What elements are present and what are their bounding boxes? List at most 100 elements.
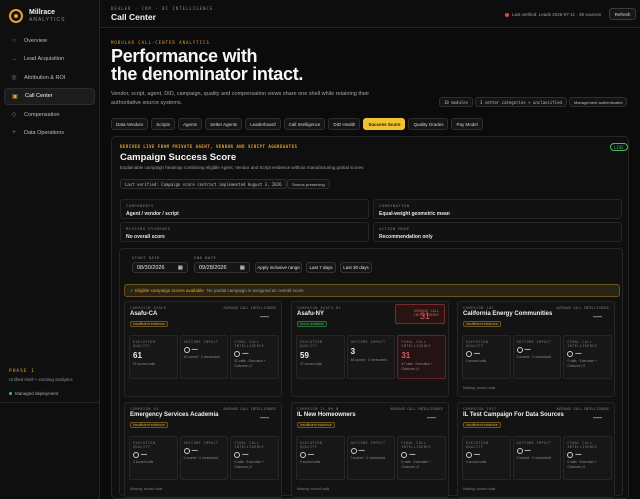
metric-box: EXECUTION QUALITY — 0 scored calls [296,436,345,480]
metrics-row: EXECUTION QUALITY 59 47 scored calls OUTCOM… [296,335,447,379]
metric-subtext: 0 calls · Execution + Outcome | 0 [234,460,264,469]
ci-value: — [593,311,602,321]
missing-evidence-key: MISSING EVIDENCE [126,226,171,231]
metric-subtext: 47 calls · Execution + Outcome | 0 [401,362,433,371]
campaign-card[interactable]: CAMPAIGN ASAFU-NY Asafu-NY AVERAGE CALL IN… [291,301,449,397]
metric-subtext: 47 scored calls [300,362,322,366]
end-date-input[interactable]: 09/28/2026 ▦ [194,262,250,273]
card-footnote: Missing: scored calls [463,386,496,390]
phone-icon: ▣ [12,93,18,100]
panel-description: Explainable campaign heatmap combining e… [120,165,364,170]
metric-value: 3 [351,347,392,356]
metric-label: EXECUTION QUALITY [133,441,156,449]
campaign-card[interactable]: CAMPAIGN 1917 IL Test Campaign For Data S… [457,402,615,498]
page-title: Call Center [111,12,156,22]
campaign-label: CAMPAIGN IL_NH_N [297,407,339,411]
tab-did-health[interactable]: DID Health [328,118,361,130]
evidence-badge: Insufficient evidence [297,422,335,428]
metric-box: OUTCOME IMPACT — 0 scored · 0 unresolved [512,436,562,480]
tab-call-intelligence[interactable]: Call Intelligence [283,118,326,130]
metric-value: — [567,351,608,357]
brand-name: Millrace [29,9,56,16]
sidebar-item-call-center[interactable]: ▣ Call Center [4,87,95,105]
campaign-card[interactable]: CAMPAIGN IL_NH_N IL New Homeowners AVERAGE… [291,402,449,498]
modules-chip: 10 modules [439,97,474,107]
metrics-row: EXECUTION QUALITY — 0 scored calls OUTCOME … [462,436,613,480]
empty-ring-icon [567,351,574,357]
refresh-button[interactable]: Refresh [609,8,636,20]
card-footnote: Missing: scored calls [297,487,330,491]
metric-number: — [191,448,198,454]
campaign-card[interactable]: CAMPAIGN 84 Emergency Services Academia AV… [124,402,282,498]
campaign-grid-panel: START DATE 08/30/2026 ▦ END DATE 09/28/2… [119,248,623,498]
sidebar-item-lead-acquisition[interactable]: → Lead Acquisition [4,51,95,68]
metrics-row: EXECUTION QUALITY — 0 scored calls OUTCOME … [129,436,280,480]
tab-setter-agents[interactable]: Setter Agents [205,118,243,130]
ci-label: AVERAGE CALL INTELLIGENCE [413,309,439,317]
empty-ring-icon [466,351,472,357]
metric-label: OUTCOME IMPACT [183,340,219,344]
logo-icon [9,9,23,23]
empty-ring-icon [567,452,574,458]
empty-ring-icon [234,452,241,458]
sidebar-item-attribution-roi[interactable]: ◎ Attribution & ROI [4,69,95,86]
metric-number: — [308,452,314,458]
metric-subtext: 0 scored · 0 unresolved [516,456,552,460]
last-7-days-button[interactable]: Last 7 days [306,262,336,273]
last-30-days-button[interactable]: Last 30 days [340,262,372,273]
ci-value: — [593,412,602,422]
components-key: COMPONENTS [126,203,154,208]
campaign-name: IL Test Campaign For Data Sources [463,412,564,418]
metric-subtext: 0 scored calls [300,460,321,464]
metric-label: FINAL CALL INTELLIGENCE [234,340,265,348]
empty-ring-icon [234,351,241,357]
campaign-card[interactable]: CAMPAIGN ASAFU Asafu-CA AVERAGE CALL INTEL… [124,301,282,397]
metric-box: OUTCOME IMPACT — 52 scored · 0 unresolved [179,335,229,379]
metric-number: — [242,452,249,458]
apply-range-button[interactable]: Apply inclusive range [255,262,302,273]
empty-ring-icon [183,347,190,353]
empty-ring-icon [133,452,139,458]
sidebar-item-data-operations[interactable]: + Data Operations [4,125,95,142]
campaign-label: CAMPAIGN ASAFU-NY [297,306,342,310]
panel-title: Campaign Success Score [120,152,237,163]
tab-agents[interactable]: Agents [178,118,203,130]
ci-label: AVERAGE CALL INTELLIGENCE [556,407,609,411]
hero-title: Performance with the denominator intact. [111,47,303,83]
sidebar-item-overview[interactable]: ○ Overview [4,32,95,49]
sidebar-item-label: Data Operations [24,130,65,136]
sidebar-item-compensation[interactable]: ◇ Compensation [4,106,95,123]
metric-value: — [183,347,225,353]
tab-success-score[interactable]: Success Score [363,118,406,130]
start-date-input[interactable]: 08/30/2026 ▦ [132,262,188,273]
arrow-right-icon: → [11,56,17,62]
call-intelligence-highlight: AVERAGE CALL INTELLIGENCE 31 [395,304,445,324]
metric-subtext: 0 scored · 0 unresolved [516,355,552,359]
action-mode-key: ACTION MODE [379,226,410,231]
metric-box: FINAL CALL INTELLIGENCE — 0 calls · Execut… [563,436,613,480]
circle-icon: ○ [12,37,16,44]
tab-scripts[interactable]: Scripts [151,118,176,130]
metric-number: — [575,452,582,458]
sidebar-item-label: Call Center [25,93,53,99]
eyebrow: MODULAR CALL-CENTER ANALYTICS [111,40,210,45]
empty-ring-icon [401,452,408,458]
metric-number: 3 [350,347,356,356]
sidebar: Millrace ANALYTICS ○ Overview → Lead Acquis… [0,0,100,499]
campaign-label: CAMPAIGN 101 [463,306,495,310]
brand: Millrace ANALYTICS [9,9,65,23]
last-verified: Last verified: Leads 2026-07-11 · 39 sou… [505,12,601,17]
campaign-card[interactable]: CAMPAIGN 101 California Energy Communitie… [457,301,615,397]
campaign-name: Emergency Services Academia [130,412,219,418]
metric-value: — [350,448,392,454]
metric-subtext: 52 calls · Execution + Outcome | 0 [234,359,266,368]
metric-label: FINAL CALL INTELLIGENCE [567,340,598,348]
status-dot-icon [9,392,12,395]
sidebar-item-label: Overview [24,37,47,44]
metric-value: — [516,347,558,353]
tab-pay-model[interactable]: Pay Model [451,118,483,130]
tab-data-vendors[interactable]: Data Vendors [111,118,149,130]
combination-box: COMBINATION Equal-weight geometric mean [373,199,622,219]
tab-quality-grades[interactable]: Quality Grades [408,118,449,130]
tab-leaderboard[interactable]: Leaderboard [245,118,281,130]
